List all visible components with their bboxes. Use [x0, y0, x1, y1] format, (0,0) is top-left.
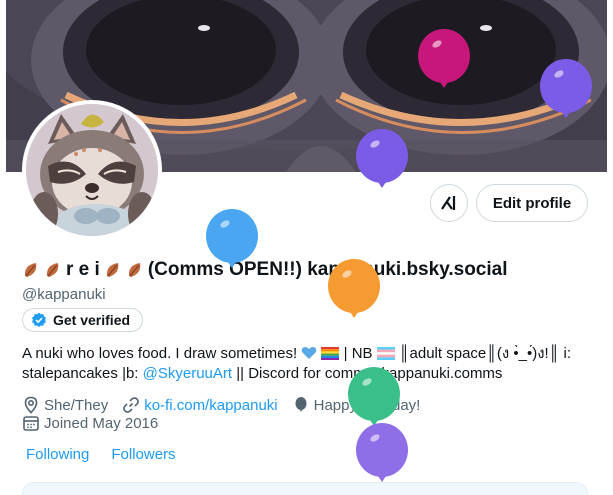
- balloon-icon: [295, 397, 307, 412]
- avatar-image: [26, 104, 158, 236]
- balloon-icon: [206, 209, 258, 268]
- bio-text-2: | NB: [343, 345, 373, 362]
- bio-text-3: ║adult space║(ง •̀_•́)ง!║ i:: [398, 345, 571, 362]
- website-link[interactable]: ko-fi.com/kappanuki: [144, 397, 277, 414]
- grok-button[interactable]: [430, 184, 468, 222]
- joined-text: Joined May 2016: [44, 414, 159, 432]
- balloon-icon: [418, 29, 470, 88]
- user-handle: @kappanuki: [22, 286, 106, 303]
- calendar-icon: [23, 416, 39, 431]
- get-verified-button[interactable]: Get verified: [22, 308, 144, 332]
- pronouns-item: She/They: [22, 396, 108, 414]
- leaf-emoji-icon: [128, 263, 141, 277]
- balloon-icon: [328, 259, 380, 318]
- get-verified-label: Get verified: [53, 312, 131, 328]
- balloon-icon: [356, 423, 408, 482]
- leaf-emoji-icon: [24, 263, 37, 277]
- following-link[interactable]: Following: [26, 446, 89, 463]
- website-item[interactable]: ko-fi.com/kappanuki: [122, 396, 278, 414]
- follow-stats: Following Followers: [26, 446, 176, 463]
- joined-item: Joined May 2016: [22, 414, 158, 432]
- followers-link[interactable]: Followers: [111, 446, 175, 463]
- balloon-icon: [356, 129, 408, 188]
- display-name: r e i (Comms OPEN!!) kappanuki.bsky.soci…: [22, 259, 508, 281]
- verified-badge-icon: [32, 312, 46, 327]
- balloon-icon: [540, 59, 592, 118]
- link-icon: [123, 397, 140, 413]
- profile-card-top: [22, 482, 588, 495]
- bio-text-4: stalepancakes |b:: [22, 365, 143, 382]
- leaf-emoji-icon: [106, 263, 119, 277]
- rainbow-flag-icon: [321, 347, 340, 360]
- profile-avatar[interactable]: [22, 100, 162, 240]
- profile-joined-row: Joined May 2016: [22, 414, 172, 432]
- grok-icon: [441, 196, 456, 210]
- edit-profile-button[interactable]: Edit profile: [476, 184, 588, 222]
- pronouns-text: She/They: [44, 396, 109, 414]
- display-name-text: r e i: [66, 259, 100, 280]
- profile-bio: A nuki who loves food. I draw sometimes!…: [22, 344, 592, 384]
- trans-flag-icon: [376, 347, 395, 360]
- bio-mention-link[interactable]: @SkyeruuArt: [143, 365, 232, 382]
- location-pin-icon: [24, 396, 38, 414]
- bio-text-1: A nuki who loves food. I draw sometimes!: [22, 345, 298, 362]
- leaf-emoji-icon: [46, 263, 59, 277]
- blue-heart-icon: [301, 347, 317, 359]
